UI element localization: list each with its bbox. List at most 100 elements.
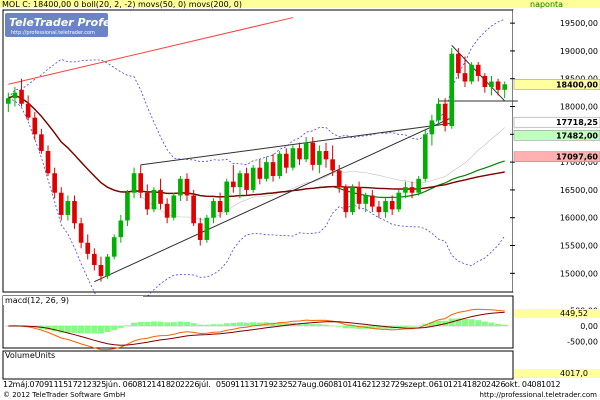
macd-histogram-bar	[488, 322, 495, 326]
volume-panel-frame	[2, 350, 514, 380]
candle-body	[370, 195, 375, 207]
candle-body	[250, 167, 256, 190]
macd-histogram-bar	[468, 319, 475, 326]
x-axis-label: aug.	[302, 380, 320, 389]
macd-histogram-bar	[97, 326, 104, 334]
candle-body	[32, 117, 38, 135]
macd-histogram-bar	[236, 322, 243, 326]
candle-body	[92, 253, 97, 265]
macd-histogram-bar	[475, 320, 482, 326]
macd-histogram-bar	[243, 322, 250, 326]
price-tick-label: 19500,00	[560, 19, 598, 28]
candle-body	[197, 223, 203, 240]
footer-copyright: © 2012 TeleTrader Software GmbH	[3, 391, 125, 399]
candle-body	[416, 178, 421, 193]
chart-canvas: MOL C: 18400,00 0 boll(20, 2, -2) movs(5…	[0, 0, 600, 400]
candle-body	[125, 192, 130, 221]
candle-body	[211, 201, 216, 218]
candle-body	[422, 134, 428, 179]
macd-histogram-bar	[131, 322, 138, 326]
candle-body	[489, 81, 494, 88]
candle-body	[502, 84, 508, 90]
header-symbol-line: MOL C: 18400,00 0 boll(20, 2, -2) movs(5…	[2, 0, 242, 9]
candle-body	[25, 103, 31, 118]
candle-body	[356, 187, 362, 204]
volume-marker: 4017,0	[560, 369, 588, 378]
candle-body	[178, 178, 183, 196]
macd-histogram-bar	[316, 324, 323, 326]
candle-body	[131, 173, 137, 193]
macd-histogram-bar	[217, 324, 224, 326]
candle-body	[257, 167, 263, 179]
macd-histogram-bar	[104, 326, 111, 333]
macd-histogram-bar	[124, 325, 131, 326]
logo-url: http://professional.teletrader.com	[11, 30, 95, 36]
macd-histogram-bar	[501, 324, 508, 326]
candle-body	[376, 206, 382, 213]
macd-histogram-bar	[190, 323, 197, 326]
macd-histogram-bar	[230, 322, 237, 326]
price-marker-label: 17097,60	[556, 153, 598, 162]
candle-body	[330, 159, 335, 171]
macd-histogram-bar	[84, 326, 91, 334]
candle-body	[98, 264, 104, 277]
price-marker-label: 17482,00	[556, 131, 598, 140]
macd-histogram-bar	[170, 322, 177, 326]
candle-body	[403, 187, 408, 193]
x-axis-label: 12	[550, 380, 560, 389]
macd-histogram-bar	[144, 322, 151, 326]
candle-body	[204, 217, 210, 240]
candle-body	[456, 53, 461, 74]
candle-body	[469, 64, 474, 82]
candle-body	[224, 181, 230, 213]
macd-histogram-bar	[223, 323, 230, 326]
candle-body	[231, 181, 236, 188]
price-marker-label: 18400,00	[556, 80, 598, 89]
macd-histogram-bar	[349, 326, 356, 329]
macd-histogram-bar	[495, 323, 502, 326]
candle-body	[336, 170, 342, 188]
candle-body	[151, 189, 157, 210]
candle-body	[310, 142, 316, 165]
price-tick-label: 16500,00	[560, 186, 598, 195]
candle-body	[78, 223, 84, 243]
candle-body	[19, 89, 24, 104]
macd-histogram-bar	[64, 326, 71, 333]
x-axis-label: okt.	[505, 380, 520, 389]
candle-body	[184, 178, 190, 196]
stock-chart-window: MOL C: 18400,00 0 boll(20, 2, -2) movs(5…	[0, 0, 600, 400]
candle-body	[138, 173, 143, 193]
volume-label: VolumeUnits	[5, 351, 55, 360]
candle-body	[45, 151, 51, 174]
candle-body	[283, 153, 289, 168]
candle-body	[363, 195, 369, 204]
macd-histogram-bar	[203, 324, 210, 326]
candle-body	[237, 173, 243, 188]
candle-body	[449, 53, 455, 126]
macd-histogram-bar	[184, 321, 190, 326]
candle-body	[171, 195, 177, 218]
macd-histogram-bar	[462, 318, 468, 326]
candle-body	[39, 134, 44, 151]
macd-histogram-bar	[481, 321, 488, 326]
candle-body	[303, 142, 309, 160]
footer-url: http://professional.teletrader.com	[480, 391, 598, 399]
x-axis-label: máj.	[13, 380, 30, 389]
candle-body	[85, 242, 91, 254]
candle-body	[475, 64, 481, 76]
candle-body	[290, 148, 296, 168]
macd-marker: 449,52	[560, 309, 588, 318]
price-marker-label: 17718,25	[556, 118, 598, 127]
macd-histogram-bar	[409, 326, 416, 327]
candle-body	[462, 73, 468, 82]
candle-body	[118, 220, 124, 238]
candle-body	[52, 173, 57, 193]
macd-histogram-bar	[117, 326, 124, 328]
price-tick-label: 15500,00	[560, 242, 598, 251]
x-axis-label: júl.	[198, 380, 211, 389]
macd-histogram-bar	[210, 324, 217, 326]
candle-body	[396, 192, 402, 210]
x-axis-label: szept.	[404, 380, 428, 389]
candle-body	[191, 195, 196, 224]
candle-body	[244, 173, 249, 190]
